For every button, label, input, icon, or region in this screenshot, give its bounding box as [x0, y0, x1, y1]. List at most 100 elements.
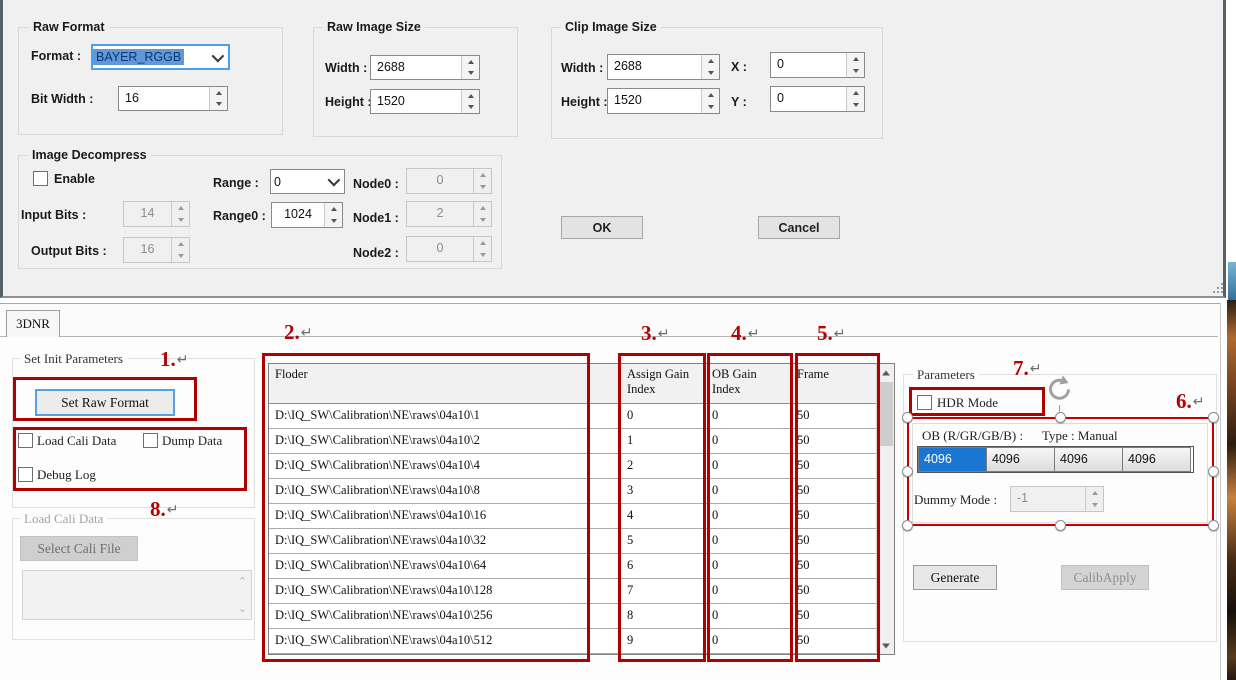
return-arrow-icon: ↵ — [177, 352, 189, 368]
spinner-up-icon[interactable] — [702, 55, 719, 67]
output-bits-spinner[interactable]: 16 — [123, 237, 190, 263]
raw-format-dialog: Raw Format Format : BAYER_RGGB Bit Width… — [0, 0, 1226, 298]
annotation-box-1 — [13, 377, 197, 421]
spinner-down-icon[interactable] — [702, 67, 719, 79]
screen: Raw Format Format : BAYER_RGGB Bit Width… — [0, 0, 1236, 680]
range0-spinner[interactable]: 1024 — [271, 202, 343, 228]
spinner-up-icon[interactable] — [474, 237, 491, 249]
enable-checkbox[interactable] — [33, 171, 48, 186]
spinner-up-icon[interactable] — [325, 203, 342, 215]
clip-width-spinner[interactable]: 2688 — [607, 54, 720, 80]
ok-button[interactable]: OK — [561, 216, 643, 239]
set-init-parameters-title: Set Init Parameters — [20, 351, 127, 367]
annotation-number-7: 7.↵ — [1013, 356, 1041, 381]
annotation-number-5: 5.↵ — [817, 321, 845, 346]
load-cali-data-group-title: Load Cali Data — [20, 511, 107, 527]
spinner-up-icon[interactable] — [210, 87, 227, 99]
selection-handle[interactable] — [1208, 466, 1219, 477]
clip-image-size-group — [551, 27, 883, 139]
node0-spinner[interactable]: 0 — [406, 168, 492, 194]
scroll-down-icon[interactable]: ⌄ — [238, 602, 247, 615]
return-arrow-icon: ↵ — [748, 326, 760, 342]
spinner-down-icon[interactable] — [462, 102, 479, 114]
generate-button[interactable]: Generate — [913, 565, 997, 590]
return-arrow-icon: ↵ — [301, 325, 313, 341]
bit-width-label: Bit Width : — [31, 92, 93, 106]
clip-x-spinner[interactable]: 0 — [770, 52, 865, 78]
range-combobox[interactable]: 0 — [270, 169, 345, 194]
selection-handle[interactable] — [1208, 412, 1219, 423]
chevron-down-icon[interactable] — [328, 174, 341, 187]
return-arrow-icon: ↵ — [658, 326, 670, 342]
annotation-number-6: 6.↵ — [1176, 389, 1204, 414]
raw-width-label: Width : — [325, 61, 367, 75]
range-label: Range : — [213, 176, 259, 190]
input-bits-spinner[interactable]: 14 — [123, 201, 190, 227]
spinner-down-icon[interactable] — [474, 181, 491, 193]
resize-grip[interactable] — [1209, 281, 1223, 293]
annotation-number-3: 3.↵ — [641, 321, 669, 346]
selection-handle[interactable] — [1055, 520, 1066, 531]
spinner-up-icon[interactable] — [172, 238, 189, 250]
spinner-up-icon[interactable] — [474, 169, 491, 181]
spinner-up-icon[interactable] — [847, 53, 864, 65]
output-bits-label: Output Bits : — [31, 244, 107, 258]
clip-width-label: Width : — [561, 61, 603, 75]
annotation-number-1: 1.↵ — [160, 347, 188, 372]
background-photo-strip — [1227, 300, 1236, 680]
spinner-down-icon[interactable] — [325, 215, 342, 227]
scrollbar-thumb[interactable] — [878, 382, 893, 446]
select-cali-file-button[interactable]: Select Cali File — [20, 536, 138, 561]
clip-y-spinner[interactable]: 0 — [770, 86, 865, 112]
raw-format-group-title: Raw Format — [29, 20, 109, 34]
node1-spinner[interactable]: 2 — [406, 201, 492, 227]
spinner-down-icon[interactable] — [172, 214, 189, 226]
range0-label: Range0 : — [213, 209, 266, 223]
rotate-handle-icon[interactable] — [1044, 374, 1074, 404]
raw-height-label: Height : — [325, 95, 372, 109]
format-label: Format : — [31, 49, 81, 63]
format-value: BAYER_RGGB — [93, 49, 184, 65]
spinner-down-icon[interactable] — [847, 65, 864, 77]
spinner-down-icon[interactable] — [847, 99, 864, 111]
spinner-up-icon[interactable] — [702, 89, 719, 101]
spinner-down-icon[interactable] — [474, 214, 491, 226]
chevron-down-icon[interactable] — [212, 49, 225, 62]
annotation-number-2: 2.↵ — [284, 320, 312, 345]
clip-height-spinner[interactable]: 1520 — [607, 88, 720, 114]
input-bits-label: Input Bits : — [21, 208, 86, 222]
bit-width-spinner[interactable]: 16 — [118, 86, 228, 111]
node1-label: Node1 : — [353, 211, 399, 225]
selection-handle[interactable] — [902, 466, 913, 477]
annotation-number-8: 8.↵ — [150, 497, 178, 522]
raw-height-spinner[interactable]: 1520 — [370, 89, 480, 114]
spinner-up-icon[interactable] — [847, 87, 864, 99]
tab-3dnr[interactable]: 3DNR — [6, 310, 60, 337]
spinner-up-icon[interactable] — [172, 202, 189, 214]
selection-handle[interactable] — [902, 412, 913, 423]
spinner-down-icon[interactable] — [210, 99, 227, 111]
spinner-up-icon[interactable] — [462, 56, 479, 68]
node0-label: Node0 : — [353, 177, 399, 191]
spinner-down-icon[interactable] — [172, 250, 189, 262]
spinner-up-icon[interactable] — [462, 90, 479, 102]
cali-file-listbox[interactable]: ⌃ ⌄ — [22, 570, 252, 620]
scroll-up-icon[interactable]: ⌃ — [238, 575, 247, 588]
raw-image-size-group — [313, 27, 518, 137]
return-arrow-icon: ↵ — [1030, 361, 1042, 377]
raw-width-spinner[interactable]: 2688 — [370, 55, 480, 80]
calib-apply-button[interactable]: CalibApply — [1061, 565, 1149, 590]
selection-handle[interactable] — [1055, 412, 1066, 423]
cancel-button[interactable]: Cancel — [758, 216, 840, 239]
node2-label: Node2 : — [353, 246, 399, 260]
spinner-down-icon[interactable] — [702, 101, 719, 113]
selection-handle[interactable] — [902, 520, 913, 531]
annotation-box-2 — [262, 353, 590, 662]
selection-handle[interactable] — [1208, 520, 1219, 531]
spinner-down-icon[interactable] — [462, 68, 479, 80]
spinner-up-icon[interactable] — [474, 202, 491, 214]
node2-spinner[interactable]: 0 — [406, 236, 492, 262]
annotation-box-3 — [618, 353, 706, 662]
spinner-down-icon[interactable] — [474, 249, 491, 261]
format-combobox[interactable]: BAYER_RGGB — [91, 44, 230, 70]
